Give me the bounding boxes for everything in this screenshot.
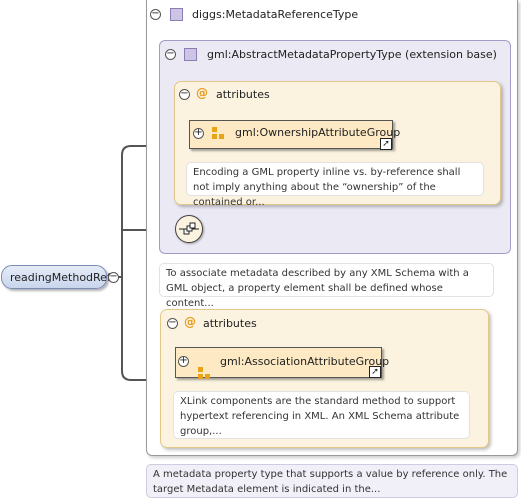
ownership-group-name: gml:OwnershipAttributeGroup [235,126,401,139]
base-name: gml:AbstractMetadataPropertyType (extens… [207,48,497,61]
collapse-type-toggle[interactable]: − [150,9,161,20]
goto-arrow-icon[interactable]: ➚ [369,366,381,378]
association-group-name: gml:AssociationAttributeGroup [220,355,390,368]
attribute-group-icon [212,127,224,139]
collapse-element-toggle[interactable]: − [108,272,119,283]
ownership-group-doc: Encoding a GML property inline vs. by-re… [186,162,484,208]
element-name: readingMethodRef [10,271,111,284]
complex-type-icon [170,8,183,21]
type-name: diggs:MetadataReferenceType [192,8,359,21]
collapse-attributes-2-toggle[interactable]: − [167,318,178,329]
at-sign-icon: @ [184,315,196,329]
base-doc: To associate metadata described by any X… [159,263,494,309]
attributes-1-label: attributes [216,88,270,101]
type-doc: A metadata property type that supports a… [146,464,518,498]
complex-type-icon [184,48,197,61]
goto-arrow-icon[interactable]: ➚ [380,138,392,150]
attributes-2-label: attributes [203,317,257,330]
at-sign-icon: @ [196,86,208,100]
association-group-doc: XLink components are the standard method… [173,391,470,439]
sequence-compositor-icon[interactable] [175,215,203,243]
expand-ownership-group-toggle[interactable]: + [193,128,204,139]
collapse-attributes-1-toggle[interactable]: − [179,89,190,100]
attribute-group-icon [198,367,210,379]
collapse-base-toggle[interactable]: − [165,49,176,60]
element-node[interactable]: readingMethodRef [1,265,111,289]
expand-association-group-toggle[interactable]: + [178,356,189,367]
